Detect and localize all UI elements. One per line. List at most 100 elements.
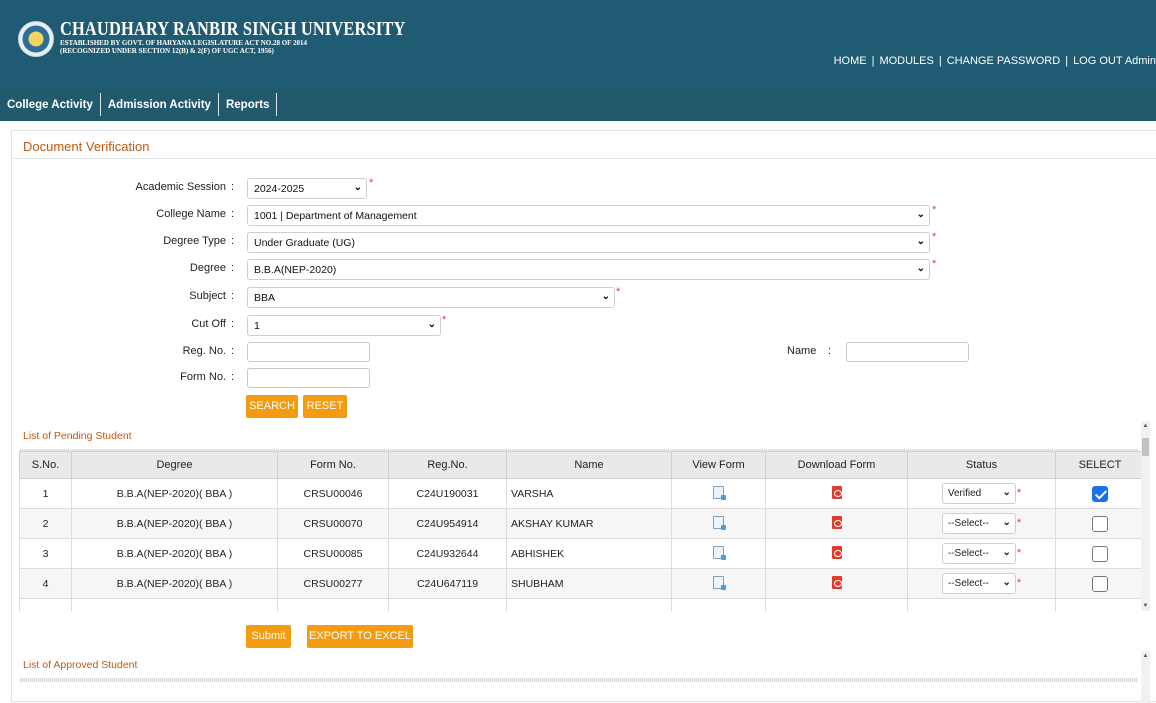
document-verification-panel: Document Verification Academic Session :… [11, 130, 1156, 703]
form-no-cell: CRSU00277 [277, 568, 389, 599]
reg-no-cell: C24U932644 [388, 538, 507, 569]
subject-select[interactable]: BBA ⌄ [247, 287, 615, 308]
reg-no-label: Reg. No. [182, 345, 226, 357]
name-cell: SHUBHAM [506, 568, 672, 599]
scroll-thumb[interactable] [1142, 438, 1149, 456]
chevron-down-icon: ⌄ [601, 291, 610, 302]
view-form-document-icon[interactable] [713, 575, 726, 590]
form-no-label: Form No. [180, 371, 226, 383]
status-select[interactable]: --Select-- ⌄ [941, 543, 1016, 564]
form-no-input[interactable] [247, 368, 370, 388]
status-select[interactable]: Verified ⌄ [941, 483, 1016, 504]
reset-button[interactable]: RESET [303, 395, 347, 418]
chevron-down-icon: ⌄ [1002, 547, 1011, 558]
subject-value: BBA [254, 292, 276, 304]
link-separator: | [938, 55, 942, 67]
scroll-up-arrow-icon[interactable]: ▲ [1141, 423, 1150, 429]
colon: : [231, 318, 235, 330]
chevron-down-icon: ⌄ [916, 236, 925, 247]
scroll-down-arrow-icon[interactable]: ▼ [1141, 603, 1150, 609]
select-checkbox[interactable] [1092, 545, 1108, 562]
cut-off-label: Cut Off [191, 318, 226, 330]
status-value: --Select-- [947, 548, 989, 559]
reg-no-input[interactable] [247, 342, 370, 362]
name-cell: VARSHA [506, 478, 672, 509]
degree-label: Degree [189, 262, 226, 274]
college-name-label: College Name [156, 208, 226, 220]
table-header-row: S.No. Degree Form No. Reg.No. Name View … [19, 451, 1144, 479]
table-row: 3 B.B.A(NEP-2020)( BBA ) CRSU00085 C24U9… [19, 538, 1144, 569]
name-label: Name [787, 345, 817, 357]
column-header: Reg.No. [388, 451, 507, 479]
approved-scrollbar[interactable]: ▲ [1141, 651, 1150, 703]
academic-session-select[interactable]: 2024-2025 ⌄ [247, 178, 367, 199]
chevron-down-icon: ⌄ [916, 209, 925, 220]
section-divider [20, 678, 1138, 682]
university-name: CHAUDHARY RANBIR SINGH UNIVERSITY [60, 18, 406, 40]
view-form-cell [671, 538, 766, 569]
change-password-link[interactable]: CHANGE PASSWORD [947, 55, 1060, 67]
download-pdf-icon[interactable] [831, 515, 842, 529]
status-select[interactable]: --Select-- ⌄ [941, 513, 1016, 534]
reg-no-cell: C24U190031 [388, 478, 507, 509]
chevron-down-icon: ⌄ [916, 263, 925, 274]
column-header: Form No. [277, 451, 389, 479]
column-header: SELECT [1055, 451, 1144, 479]
download-form-cell [765, 508, 908, 539]
column-header: S.No. [19, 451, 72, 479]
download-pdf-icon[interactable] [831, 485, 842, 499]
table-row: 1 B.B.A(NEP-2020)( BBA ) CRSU00046 C24U1… [19, 478, 1144, 509]
download-pdf-icon[interactable] [831, 575, 842, 589]
required-mark: * [1016, 487, 1022, 499]
link-separator: | [1065, 55, 1069, 67]
table-scrollbar[interactable]: ▲ ▼ [1141, 421, 1150, 611]
sno-cell: 3 [19, 538, 72, 569]
college-name-select[interactable]: 1001 | Department of Management ⌄ [247, 205, 930, 226]
scroll-up-arrow-icon[interactable]: ▲ [1141, 653, 1150, 659]
name-cell: AKSHAY KUMAR [506, 508, 672, 539]
main-nav: College Activity Admission Activity Repo… [0, 88, 1156, 121]
download-form-cell [765, 568, 908, 599]
reg-no-cell: C24U954914 [388, 508, 507, 539]
status-select[interactable]: --Select-- ⌄ [941, 573, 1016, 594]
view-form-cell [671, 478, 766, 509]
approved-section-title: List of Approved Student [23, 659, 138, 671]
name-input[interactable] [846, 342, 969, 362]
degree-value: B.B.A(NEP-2020) [254, 264, 337, 276]
home-link[interactable]: HOME [834, 55, 867, 67]
view-form-document-icon[interactable] [713, 485, 726, 500]
cut-off-select[interactable]: 1 ⌄ [247, 315, 441, 336]
link-separator: | [871, 55, 875, 67]
required-mark: * [932, 258, 937, 270]
degree-type-select[interactable]: Under Graduate (UG) ⌄ [247, 232, 930, 253]
degree-cell: B.B.A(NEP-2020)( BBA ) [71, 478, 278, 509]
submit-button[interactable]: Submit [246, 625, 291, 648]
nav-college-activity[interactable]: College Activity [0, 93, 101, 116]
chevron-down-icon: ⌄ [353, 182, 362, 193]
reg-no-cell: C24U647119 [388, 568, 507, 599]
nav-reports[interactable]: Reports [219, 93, 278, 116]
logout-link[interactable]: LOG OUT Admin [1073, 55, 1156, 67]
degree-type-label: Degree Type [163, 235, 226, 247]
status-value: --Select-- [947, 518, 989, 529]
degree-select[interactable]: B.B.A(NEP-2020) ⌄ [247, 259, 930, 280]
select-checkbox[interactable] [1092, 485, 1108, 502]
subject-label: Subject [189, 290, 226, 302]
view-form-document-icon[interactable] [713, 545, 726, 560]
status-cell: --Select-- ⌄ * [907, 508, 1056, 539]
select-checkbox[interactable] [1092, 515, 1108, 532]
required-mark: * [932, 231, 937, 243]
form-no-cell: CRSU00085 [277, 538, 389, 569]
search-button[interactable]: SEARCH [246, 395, 298, 418]
view-form-document-icon[interactable] [713, 515, 726, 530]
sno-cell: 4 [19, 568, 72, 599]
colon: : [231, 235, 235, 247]
nav-admission-activity[interactable]: Admission Activity [101, 93, 219, 116]
status-cell: Verified ⌄ * [907, 478, 1056, 509]
select-checkbox[interactable] [1092, 575, 1108, 592]
page-title: Document Verification [23, 139, 150, 154]
export-to-excel-button[interactable]: EXPORT TO EXCEL [307, 625, 413, 648]
view-form-cell [671, 568, 766, 599]
modules-link[interactable]: MODULES [879, 55, 933, 67]
download-pdf-icon[interactable] [831, 545, 842, 559]
